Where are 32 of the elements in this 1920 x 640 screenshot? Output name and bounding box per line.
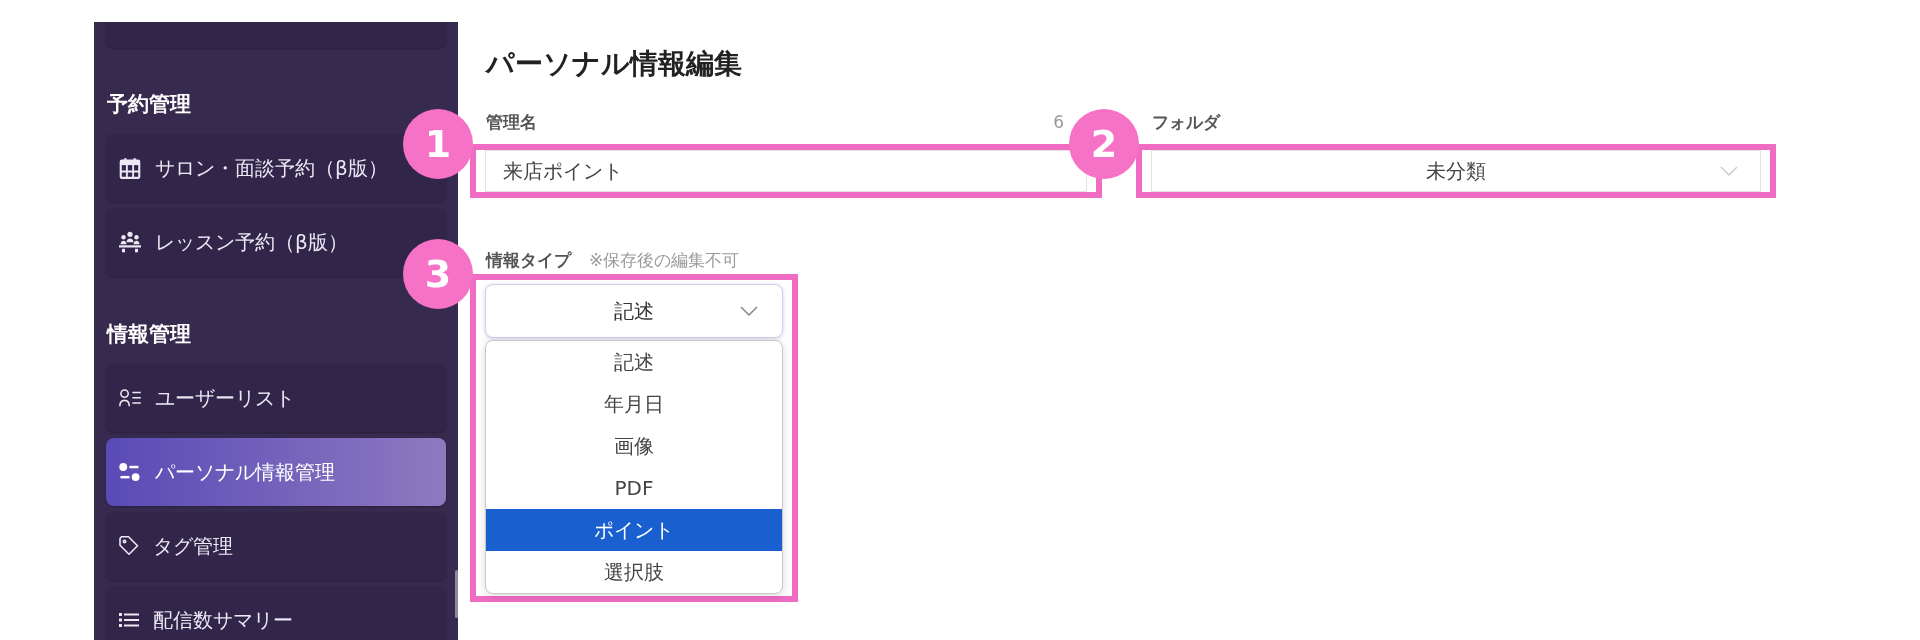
field-label: 管理名: [486, 111, 537, 134]
callout-badge: 2: [1069, 109, 1139, 179]
select-field[interactable]: 記述: [485, 284, 783, 338]
field-label: 情報タイプ: [486, 249, 571, 272]
page-title: パーソナル情報編集: [486, 46, 742, 82]
scrollbar[interactable]: [455, 570, 458, 618]
section-heading: 予約管理: [107, 92, 191, 116]
dropdown-option[interactable]: PDF: [486, 467, 782, 509]
select-field[interactable]: 未分類: [1151, 150, 1761, 192]
group-icon: [119, 231, 141, 253]
nav-item[interactable]: 配信数サマリー: [106, 586, 446, 640]
dropdown-option[interactable]: 選択肢: [486, 551, 782, 593]
nav-item[interactable]: タグ管理: [106, 512, 446, 580]
text-input[interactable]: 来店ポイント: [485, 150, 1087, 192]
nav-item[interactable]: パーソナル情報管理: [106, 438, 446, 506]
char-counter: 6: [1053, 111, 1064, 134]
dropdown-option[interactable]: 記述: [486, 341, 782, 383]
nav-item[interactable]: ユーザーリスト: [106, 364, 446, 432]
user-list-icon: [119, 389, 141, 407]
dropdown-option[interactable]: ポイント: [486, 509, 782, 551]
field-note: ※保存後の編集不可: [589, 248, 740, 272]
list-icon: [119, 612, 139, 628]
nav-item[interactable]: [106, 22, 446, 48]
chevron-down-icon: [740, 306, 758, 316]
dropdown-option[interactable]: 画像: [486, 425, 782, 467]
section-heading: 情報管理: [107, 322, 191, 346]
tag-icon: [119, 536, 139, 556]
field-label: フォルダ: [1152, 111, 1220, 134]
calendar-icon: [119, 157, 141, 179]
dropdown-option[interactable]: 年月日: [486, 383, 782, 425]
chevron-down-icon: [1720, 166, 1738, 176]
dot-dash-icon: [119, 463, 141, 481]
